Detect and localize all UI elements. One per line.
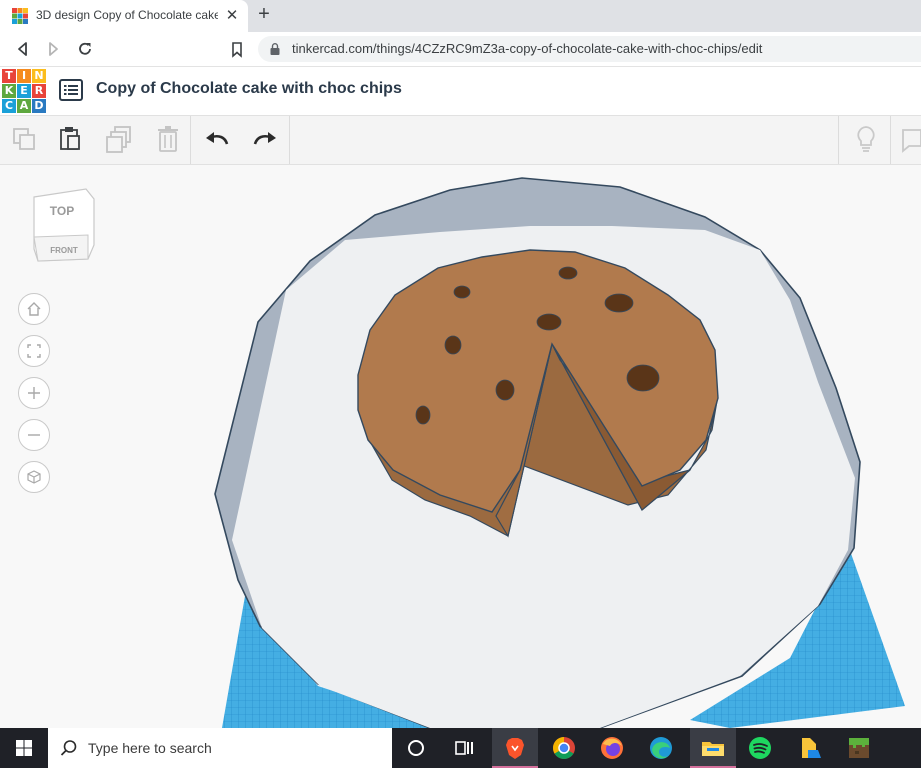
choc-chip [558,266,578,280]
redo-icon[interactable] [249,124,279,154]
choc-chip [626,364,660,392]
windows-start-icon[interactable] [0,728,48,768]
projection-icon [27,470,41,484]
zoom-in-icon [28,387,40,399]
view-cube[interactable]: TOP FRONT [30,187,100,267]
reload-icon[interactable] [74,38,96,60]
tinkercad-header: T I N K E R C A D Copy of Chocolate cake… [0,67,921,116]
browser-tab[interactable]: 3D design Copy of Chocolate cake ✕ [0,0,248,32]
browser-navbar: tinkercad.com/things/4CZzRC9mZ3a-copy-of… [0,32,921,67]
chrome-icon[interactable] [550,734,578,762]
back-icon[interactable] [12,38,34,60]
tab-title: 3D design Copy of Chocolate cake [36,8,218,22]
logo-letter: C [2,99,16,113]
choc-chip [604,293,634,313]
file-explorer-icon [702,742,724,756]
choc-chip [536,313,562,331]
url-text: tinkercad.com/things/4CZzRC9mZ3a-copy-of… [292,41,763,56]
files-icon[interactable] [796,734,824,762]
edge-icon[interactable] [647,734,675,762]
logo-letter: R [32,84,46,98]
comment-icon[interactable] [899,124,921,154]
workplane-canvas[interactable]: TOP FRONT [0,165,921,728]
view-cube-front-label: FRONT [50,246,78,255]
logo-letter: K [2,84,16,98]
fit-all-icon [27,344,41,358]
choc-chip [453,285,471,299]
bookmark-icon[interactable] [226,38,248,60]
logo-letter: N [32,69,46,83]
edit-toolbar [0,116,921,165]
address-bar[interactable]: tinkercad.com/things/4CZzRC9mZ3a-copy-of… [258,36,921,62]
3d-scene [214,177,905,728]
logo-letter: A [17,99,31,113]
paste-icon[interactable] [55,124,85,154]
cortana-icon[interactable] [402,734,430,762]
tinkercad-favicon-icon [12,8,28,24]
undo-icon[interactable] [203,124,233,154]
choc-chip [415,405,431,425]
design-list-icon[interactable] [58,78,84,102]
new-tab-button[interactable]: + [254,3,274,27]
choc-chip [444,335,462,355]
brave-task-button[interactable] [492,728,538,768]
toolbar-separator [838,116,839,164]
search-placeholder: Type here to search [88,740,212,756]
lightbulb-icon[interactable] [851,124,881,154]
view-cube-top-label: TOP [50,204,74,218]
windows-taskbar: Type here to search [0,728,921,768]
logo-letter: I [17,69,31,83]
browser-tab-strip: 3D design Copy of Chocolate cake ✕ + [0,0,921,32]
task-view-icon[interactable] [450,734,478,762]
toolbar-separator [890,116,891,164]
explorer-task-button[interactable] [690,728,736,768]
lock-icon [270,43,280,55]
search-icon [60,740,77,756]
logo-letter: T [2,69,16,83]
spotify-icon[interactable] [746,734,774,762]
logo-letter: D [32,99,46,113]
logo-letter: E [17,84,31,98]
zoom-out-icon [28,434,40,436]
home-view-icon [27,302,41,316]
zoom-out-button[interactable] [18,419,50,451]
delete-icon[interactable] [153,124,183,154]
forward-icon[interactable] [42,38,64,60]
projection-button[interactable] [18,461,50,493]
duplicate-icon[interactable] [104,124,134,154]
toolbar-separator [289,116,290,164]
minecraft-icon[interactable] [845,734,873,762]
zoom-in-button[interactable] [18,377,50,409]
toolbar-separator [190,116,191,164]
choc-chip [495,379,515,401]
firefox-icon[interactable] [598,734,626,762]
copy-icon[interactable] [9,124,39,154]
design-title[interactable]: Copy of Chocolate cake with choc chips [96,80,402,98]
home-view-button[interactable] [18,293,50,325]
brave-icon [506,738,524,759]
taskbar-search-box[interactable]: Type here to search [48,728,392,768]
tinkercad-logo[interactable]: T I N K E R C A D [2,69,46,113]
fit-all-button[interactable] [18,335,50,367]
tab-close-icon[interactable]: ✕ [224,6,240,24]
